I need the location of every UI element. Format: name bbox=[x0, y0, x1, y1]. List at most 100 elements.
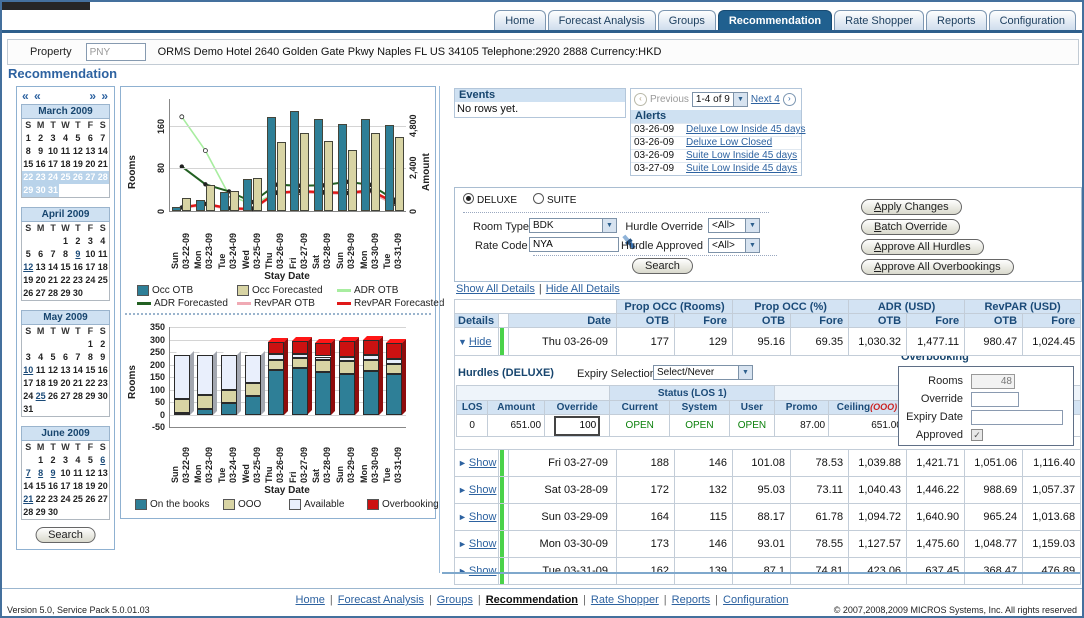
calendar-day[interactable]: 16 bbox=[34, 158, 46, 171]
alert-link[interactable]: Suite Low Inside 45 days bbox=[686, 150, 797, 162]
calendar-day[interactable]: 18 bbox=[97, 261, 109, 274]
calendar-day[interactable]: 8 bbox=[59, 248, 71, 261]
calendar-day[interactable]: 21 bbox=[22, 493, 34, 506]
calendar-day[interactable]: 5 bbox=[47, 351, 59, 364]
apply-changes-button[interactable]: Apply Changes bbox=[861, 199, 962, 215]
radio-option-deluxe[interactable]: DELUXE bbox=[463, 193, 517, 206]
calendar-day[interactable]: 2 bbox=[34, 132, 46, 145]
show-details-link[interactable]: Show bbox=[469, 457, 497, 469]
calendar-day[interactable]: 24 bbox=[47, 171, 59, 184]
hurdle-approved-select[interactable]: <All> ▼ bbox=[708, 238, 760, 253]
show-details-link[interactable]: Show bbox=[469, 511, 497, 523]
calendar-day[interactable]: 31 bbox=[22, 403, 34, 416]
calendar-day[interactable]: 20 bbox=[34, 274, 46, 287]
calendar-day[interactable]: 3 bbox=[84, 235, 96, 248]
calendar-day[interactable]: 13 bbox=[97, 467, 109, 480]
calendar-day[interactable]: 15 bbox=[59, 261, 71, 274]
calendar-day[interactable]: 17 bbox=[59, 480, 71, 493]
calendar-day[interactable]: 9 bbox=[34, 145, 46, 158]
calendar-day[interactable]: 20 bbox=[59, 377, 71, 390]
calendar-day[interactable]: 22 bbox=[84, 377, 96, 390]
calendar-day[interactable]: 9 bbox=[47, 467, 59, 480]
radio-deluxe-icon[interactable] bbox=[463, 193, 474, 204]
expand-icon[interactable]: ► bbox=[458, 566, 467, 576]
calendar-day[interactable]: 19 bbox=[72, 158, 84, 171]
calendar-day[interactable]: 21 bbox=[97, 158, 109, 171]
radio-option-suite[interactable]: SUITE bbox=[533, 193, 576, 206]
calendar-day[interactable]: 29 bbox=[84, 390, 96, 403]
alerts-range-select[interactable]: 1-4 of 9 ▼ bbox=[692, 92, 748, 107]
calendar-day[interactable]: 8 bbox=[84, 351, 96, 364]
calendar-day[interactable]: 26 bbox=[47, 390, 59, 403]
calendar-day[interactable]: 10 bbox=[22, 364, 34, 377]
calendar-day[interactable]: 24 bbox=[59, 493, 71, 506]
show-details-link[interactable]: Show bbox=[469, 484, 497, 496]
override-input[interactable] bbox=[554, 416, 600, 436]
calendar-day[interactable]: 3 bbox=[59, 454, 71, 467]
form-search-button[interactable]: Search bbox=[632, 258, 693, 274]
calendar-day[interactable]: 22 bbox=[34, 493, 46, 506]
calendar-day[interactable]: 10 bbox=[59, 467, 71, 480]
hurdle-override-select[interactable]: <All> ▼ bbox=[708, 218, 760, 233]
calendar-day[interactable]: 23 bbox=[47, 493, 59, 506]
calendar-day[interactable]: 28 bbox=[72, 390, 84, 403]
calendar-day[interactable]: 30 bbox=[34, 184, 46, 197]
calendar-day[interactable]: 4 bbox=[72, 454, 84, 467]
hide-details-link[interactable]: Hide bbox=[469, 336, 492, 348]
calendar-day[interactable]: 1 bbox=[59, 235, 71, 248]
calendar-day[interactable]: 5 bbox=[72, 132, 84, 145]
calendar-day[interactable]: 16 bbox=[97, 364, 109, 377]
tab-groups[interactable]: Groups bbox=[658, 10, 716, 30]
calendar-day[interactable]: 15 bbox=[22, 158, 34, 171]
calendar-day[interactable]: 4 bbox=[97, 235, 109, 248]
alert-link[interactable]: Deluxe Low Inside 45 days bbox=[686, 124, 806, 136]
approve-all-overbookings-button[interactable]: Approve All Overbookings bbox=[861, 259, 1014, 275]
collapse-icon[interactable]: ▼ bbox=[458, 337, 467, 347]
calendar-back-arrows-icon[interactable]: « « bbox=[22, 89, 42, 103]
calendar-day[interactable]: 6 bbox=[59, 351, 71, 364]
calendar-day[interactable]: 8 bbox=[34, 467, 46, 480]
calendar-day[interactable]: 25 bbox=[59, 171, 71, 184]
calendar-day[interactable]: 26 bbox=[22, 287, 34, 300]
calendar-day[interactable]: 14 bbox=[97, 145, 109, 158]
calendar-day[interactable]: 25 bbox=[97, 274, 109, 287]
footer-link-reports[interactable]: Reports bbox=[672, 594, 711, 606]
calendar-forward-arrows-icon[interactable]: » » bbox=[89, 89, 109, 103]
calendar-day[interactable]: 1 bbox=[22, 132, 34, 145]
calendar-day[interactable]: 30 bbox=[72, 287, 84, 300]
hide-all-details-link[interactable]: Hide All Details bbox=[546, 283, 620, 295]
calendar-day[interactable]: 12 bbox=[84, 467, 96, 480]
calendar-day[interactable]: 17 bbox=[84, 261, 96, 274]
radio-suite-icon[interactable] bbox=[533, 193, 544, 204]
calendar-day[interactable]: 30 bbox=[97, 390, 109, 403]
calendar-day[interactable]: 7 bbox=[97, 132, 109, 145]
tab-rate-shopper[interactable]: Rate Shopper bbox=[834, 10, 924, 30]
footer-link-recommendation[interactable]: Recommendation bbox=[486, 594, 578, 606]
calendar-day[interactable]: 29 bbox=[22, 184, 34, 197]
tab-reports[interactable]: Reports bbox=[926, 10, 987, 30]
expand-icon[interactable]: ► bbox=[458, 539, 467, 549]
calendar-day[interactable]: 22 bbox=[22, 171, 34, 184]
calendar-day[interactable]: 31 bbox=[47, 184, 59, 197]
overbooking-expiry-input[interactable] bbox=[971, 410, 1063, 425]
calendar-day[interactable]: 11 bbox=[97, 248, 109, 261]
calendar-day[interactable]: 24 bbox=[84, 274, 96, 287]
calendar-day[interactable]: 27 bbox=[97, 493, 109, 506]
calendar-day[interactable]: 18 bbox=[72, 480, 84, 493]
tab-configuration[interactable]: Configuration bbox=[989, 10, 1076, 30]
calendar-day[interactable]: 17 bbox=[47, 158, 59, 171]
calendar-day[interactable]: 12 bbox=[72, 145, 84, 158]
calendar-day[interactable]: 18 bbox=[34, 377, 46, 390]
calendar-day[interactable]: 9 bbox=[72, 248, 84, 261]
calendar-day[interactable]: 10 bbox=[84, 248, 96, 261]
calendar-day[interactable]: 1 bbox=[34, 454, 46, 467]
calendar-day[interactable]: 27 bbox=[59, 390, 71, 403]
calendar-day[interactable]: 3 bbox=[22, 351, 34, 364]
calendar-day[interactable]: 29 bbox=[34, 506, 46, 519]
calendar-day[interactable]: 27 bbox=[84, 171, 96, 184]
calendar-day[interactable]: 5 bbox=[84, 454, 96, 467]
calendar-day[interactable]: 2 bbox=[47, 454, 59, 467]
footer-link-configuration[interactable]: Configuration bbox=[723, 594, 788, 606]
show-all-details-link[interactable]: Show All Details bbox=[456, 283, 535, 295]
property-input[interactable] bbox=[86, 43, 146, 61]
